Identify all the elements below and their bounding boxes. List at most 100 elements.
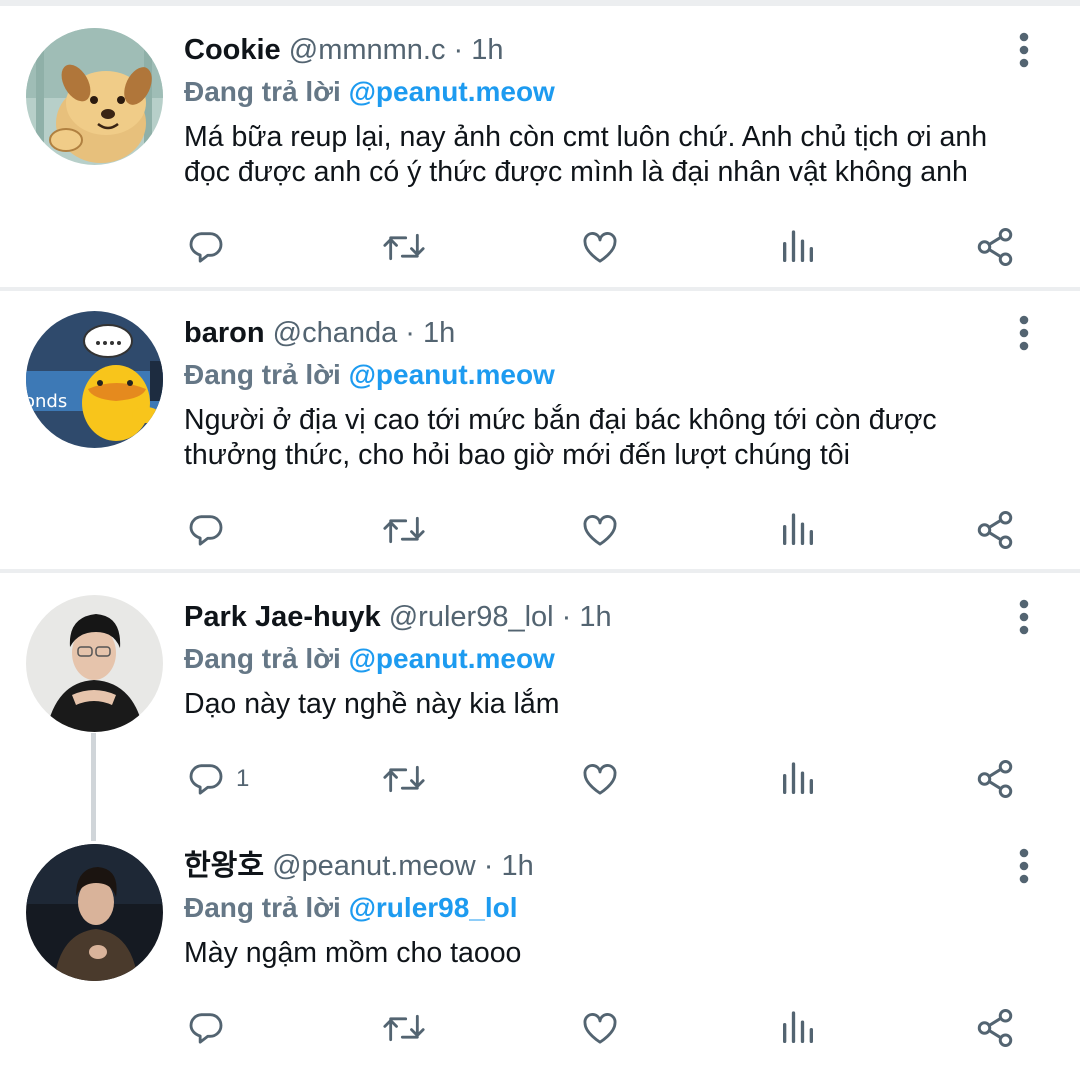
share-icon: [977, 1009, 1013, 1047]
replying-to: Đang trả lời @peanut.meow: [184, 355, 555, 395]
like-button[interactable]: [580, 505, 620, 555]
tweet-text-line: thưởng thức, cho hỏi bao giờ mới đến lượ…: [184, 439, 850, 471]
reply-icon: [189, 1013, 223, 1044]
share-icon: [977, 511, 1013, 549]
replying-label: Đang trả lời: [184, 892, 341, 923]
like-button[interactable]: [580, 1003, 620, 1053]
avatar-text: onds: [26, 391, 67, 412]
avatar[interactable]: [26, 844, 163, 981]
like-icon: [583, 232, 617, 263]
like-icon: [583, 1013, 617, 1044]
tweet[interactable]: onds baron @chanda · 1h Đang trả lời @pe…: [0, 311, 1080, 563]
mention-link[interactable]: @ruler98_lol: [349, 892, 518, 923]
display-name[interactable]: 한왕호: [184, 850, 264, 882]
more-options-button[interactable]: [1004, 307, 1044, 359]
analytics-button[interactable]: [778, 754, 818, 804]
reply-button[interactable]: 1: [186, 754, 249, 804]
cartoon-duck-avatar: onds: [26, 311, 163, 448]
more-vertical-icon: [1019, 848, 1029, 884]
tweet[interactable]: 한왕호 @peanut.meow · 1h Đang trả lời @rule…: [0, 844, 1080, 1066]
like-button[interactable]: [580, 754, 620, 804]
retweet-icon: [383, 233, 425, 261]
more-vertical-icon: [1019, 315, 1029, 351]
divider: [0, 0, 1080, 6]
tweet-text-line: Mày ngậm mồm cho taooo: [184, 937, 522, 969]
more-vertical-icon: [1019, 32, 1029, 68]
more-options-button[interactable]: [1004, 840, 1044, 892]
timestamp[interactable]: · 1h: [562, 601, 612, 633]
avatar[interactable]: [26, 595, 163, 732]
divider: [0, 569, 1080, 573]
reply-icon: [189, 764, 223, 795]
analytics-icon: [783, 230, 813, 262]
more-vertical-icon: [1019, 599, 1029, 635]
tweet-header: Cookie @mmnmn.c · 1h: [184, 30, 504, 70]
action-bar: 1: [0, 754, 1080, 804]
share-icon: [977, 228, 1013, 266]
retweet-button[interactable]: [382, 754, 426, 804]
like-icon: [583, 515, 617, 546]
tweet-text: Dạo này tay nghề này kia lắm: [184, 687, 1044, 722]
handle[interactable]: @mmnmn.c: [289, 34, 446, 66]
mention-link[interactable]: @peanut.meow: [349, 76, 555, 107]
person-photo-avatar: [26, 844, 163, 981]
replying-to: Đang trả lời @ruler98_lol: [184, 888, 518, 928]
tweet-text-line: Má bữa reup lại, nay ảnh còn cmt luôn ch…: [184, 121, 988, 153]
share-button[interactable]: [974, 1003, 1016, 1053]
action-bar: [0, 222, 1080, 272]
tweet-header: 한왕호 @peanut.meow · 1h: [184, 846, 534, 886]
reply-button[interactable]: [186, 1003, 236, 1053]
cartoon-dog-avatar: [26, 28, 163, 165]
mention-link[interactable]: @peanut.meow: [349, 359, 555, 390]
retweet-button[interactable]: [382, 1003, 426, 1053]
person-photo-avatar: [26, 595, 163, 732]
display-name[interactable]: Park Jae-huyk: [184, 601, 381, 633]
action-bar: [0, 1003, 1080, 1053]
share-button[interactable]: [974, 505, 1016, 555]
display-name[interactable]: Cookie: [184, 34, 281, 66]
tweet-header: baron @chanda · 1h: [184, 313, 455, 353]
like-icon: [583, 764, 617, 795]
retweet-button[interactable]: [382, 222, 426, 272]
more-options-button[interactable]: [1004, 24, 1044, 76]
analytics-button[interactable]: [778, 222, 818, 272]
reply-feed: Cookie @mmnmn.c · 1h Đang trả lời @peanu…: [0, 0, 1080, 1070]
timestamp[interactable]: · 1h: [484, 850, 534, 882]
analytics-button[interactable]: [778, 505, 818, 555]
analytics-icon: [783, 762, 813, 794]
avatar[interactable]: onds: [26, 311, 163, 448]
share-button[interactable]: [974, 754, 1016, 804]
retweet-icon: [383, 765, 425, 793]
reply-icon: [189, 515, 223, 546]
reply-count: 1: [236, 765, 250, 792]
analytics-icon: [783, 513, 813, 545]
like-button[interactable]: [580, 222, 620, 272]
replying-to: Đang trả lời @peanut.meow: [184, 72, 555, 112]
action-bar: [0, 505, 1080, 555]
tweet-text: Mày ngậm mồm cho taooo: [184, 936, 1044, 971]
replying-label: Đang trả lời: [184, 643, 341, 674]
analytics-button[interactable]: [778, 1003, 818, 1053]
more-options-button[interactable]: [1004, 591, 1044, 643]
retweet-icon: [383, 516, 425, 544]
reply-button[interactable]: [186, 505, 236, 555]
share-button[interactable]: [974, 222, 1016, 272]
display-name[interactable]: baron: [184, 317, 265, 349]
handle[interactable]: @peanut.meow: [272, 850, 476, 882]
tweet-text: Người ở địa vị cao tới mức bắn đại bác k…: [184, 403, 1044, 473]
replying-to: Đang trả lời @peanut.meow: [184, 639, 555, 679]
tweet[interactable]: Cookie @mmnmn.c · 1h Đang trả lời @peanu…: [0, 28, 1080, 280]
timestamp[interactable]: · 1h: [405, 317, 455, 349]
tweet[interactable]: Park Jae-huyk @ruler98_lol · 1h Đang trả…: [0, 595, 1080, 827]
retweet-button[interactable]: [382, 505, 426, 555]
tweet-header: Park Jae-huyk @ruler98_lol · 1h: [184, 597, 612, 637]
handle[interactable]: @ruler98_lol: [389, 601, 554, 633]
timestamp[interactable]: · 1h: [454, 34, 504, 66]
mention-link[interactable]: @peanut.meow: [349, 643, 555, 674]
handle[interactable]: @chanda: [273, 317, 398, 349]
reply-button[interactable]: [186, 222, 236, 272]
tweet-text: Má bữa reup lại, nay ảnh còn cmt luôn ch…: [184, 120, 1044, 190]
analytics-icon: [783, 1011, 813, 1043]
avatar[interactable]: [26, 28, 163, 165]
tweet-text-line: Dạo này tay nghề này kia lắm: [184, 688, 560, 720]
